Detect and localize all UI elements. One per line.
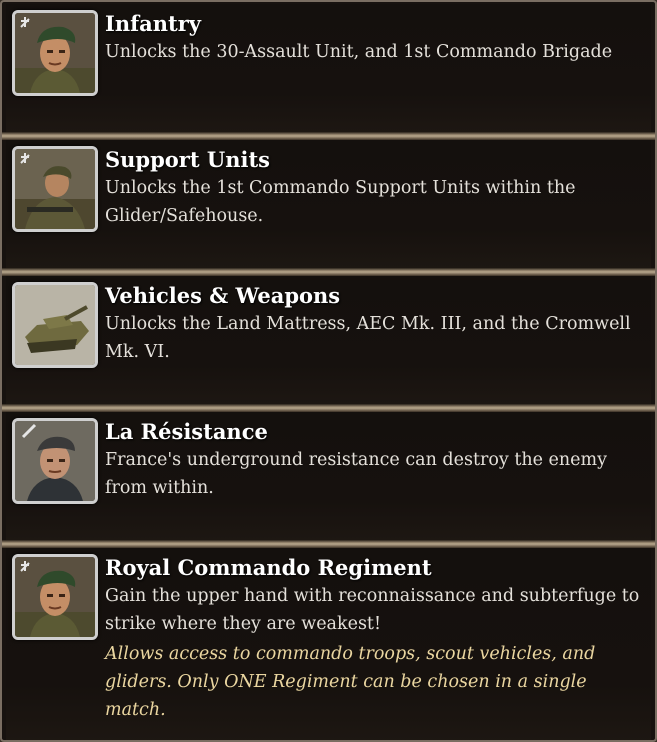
entry-title: Infantry [105,11,201,36]
tank-portrait-icon [12,282,98,368]
section-divider [2,540,655,548]
unlock-entry-royal-commando-regiment: Royal Commando Regiment Gain the upper h… [6,548,651,740]
resistance-fighter-portrait-icon [12,418,98,504]
section-divider [2,404,655,412]
entry-description: Unlocks the 30-Assault Unit, and 1st Com… [105,42,613,62]
commando-soldier-portrait-icon [12,10,98,96]
unlock-entry-support-units: Support Units Unlocks the 1st Commando S… [6,140,651,268]
unlock-entry-la-resistance: La Résistance France's underground resis… [6,412,651,540]
entry-description: Unlocks the Land Mattress, AEC Mk. III, … [105,314,631,362]
regiment-unlocks-panel: Infantry Unlocks the 30-Assault Unit, an… [0,0,657,742]
section-divider [2,268,655,276]
support-soldier-portrait-icon [12,146,98,232]
section-divider [2,132,655,140]
commando-soldier-portrait-icon [12,554,98,640]
entry-title: Support Units [105,147,270,172]
entry-description: France's underground resistance can dest… [105,450,608,498]
entry-title: La Résistance [105,419,268,444]
unlock-entry-infantry: Infantry Unlocks the 30-Assault Unit, an… [6,4,651,132]
regiment-note: Allows access to commando troops, scout … [105,644,596,720]
entry-title: Royal Commando Regiment [105,555,432,580]
unlock-entry-vehicles-weapons: Vehicles & Weapons Unlocks the Land Matt… [6,276,651,404]
entry-description: Gain the upper hand with reconnaissance … [105,586,640,634]
entry-title: Vehicles & Weapons [105,283,341,308]
entry-description: Unlocks the 1st Commando Support Units w… [105,178,576,226]
